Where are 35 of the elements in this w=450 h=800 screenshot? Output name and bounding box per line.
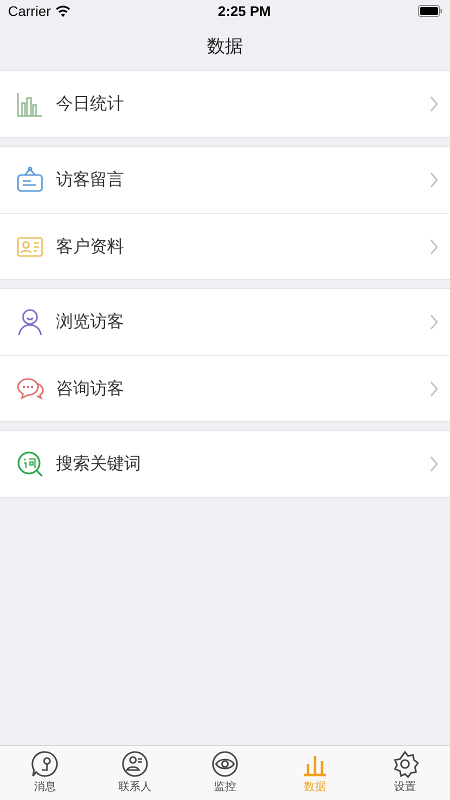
status-time: 2:25 PM bbox=[218, 2, 271, 20]
chevron-right-icon bbox=[430, 314, 438, 330]
tab-button[interactable]: 监控 bbox=[180, 746, 270, 800]
list-row[interactable]: 访客留言 bbox=[0, 147, 450, 213]
list-row[interactable]: 客户资料 bbox=[0, 213, 450, 279]
page-title: 数据 bbox=[207, 34, 243, 58]
list-row[interactable]: 搜索关键词 bbox=[0, 431, 450, 497]
list-row[interactable]: 今日统计 bbox=[0, 71, 450, 137]
row-label: 访客留言 bbox=[56, 169, 125, 192]
eye-icon bbox=[211, 750, 239, 778]
chevron-right-icon bbox=[430, 456, 438, 472]
row-label: 客户资料 bbox=[56, 236, 125, 258]
row-label: 咨询访客 bbox=[56, 378, 125, 400]
battery-icon bbox=[418, 5, 442, 17]
chevron-right-icon bbox=[430, 380, 438, 396]
tab-button[interactable]: 消息 bbox=[0, 746, 90, 800]
contact-icon bbox=[121, 750, 149, 778]
search-icon bbox=[16, 450, 44, 478]
chevron-right-icon bbox=[430, 238, 438, 254]
wifi-icon bbox=[54, 5, 71, 17]
bar-chart-icon bbox=[16, 90, 44, 118]
settings-icon bbox=[391, 750, 419, 778]
chat-bubble-icon bbox=[31, 750, 59, 778]
carrier-text: Carrier bbox=[8, 2, 51, 20]
tab-button[interactable]: 设置 bbox=[360, 746, 450, 800]
row-label: 搜索关键词 bbox=[56, 453, 142, 476]
person-icon bbox=[16, 308, 44, 336]
list-row[interactable]: 浏览访客 bbox=[0, 289, 450, 355]
hanging-sign-icon bbox=[16, 166, 44, 194]
row-label: 浏览访客 bbox=[56, 311, 125, 334]
chevron-right-icon bbox=[430, 172, 438, 188]
tab-button[interactable]: 联系人 bbox=[90, 746, 180, 800]
chevron-right-icon bbox=[430, 96, 438, 112]
row-label: 今日统计 bbox=[56, 93, 125, 116]
list-row[interactable]: 咨询访客 bbox=[0, 355, 450, 421]
